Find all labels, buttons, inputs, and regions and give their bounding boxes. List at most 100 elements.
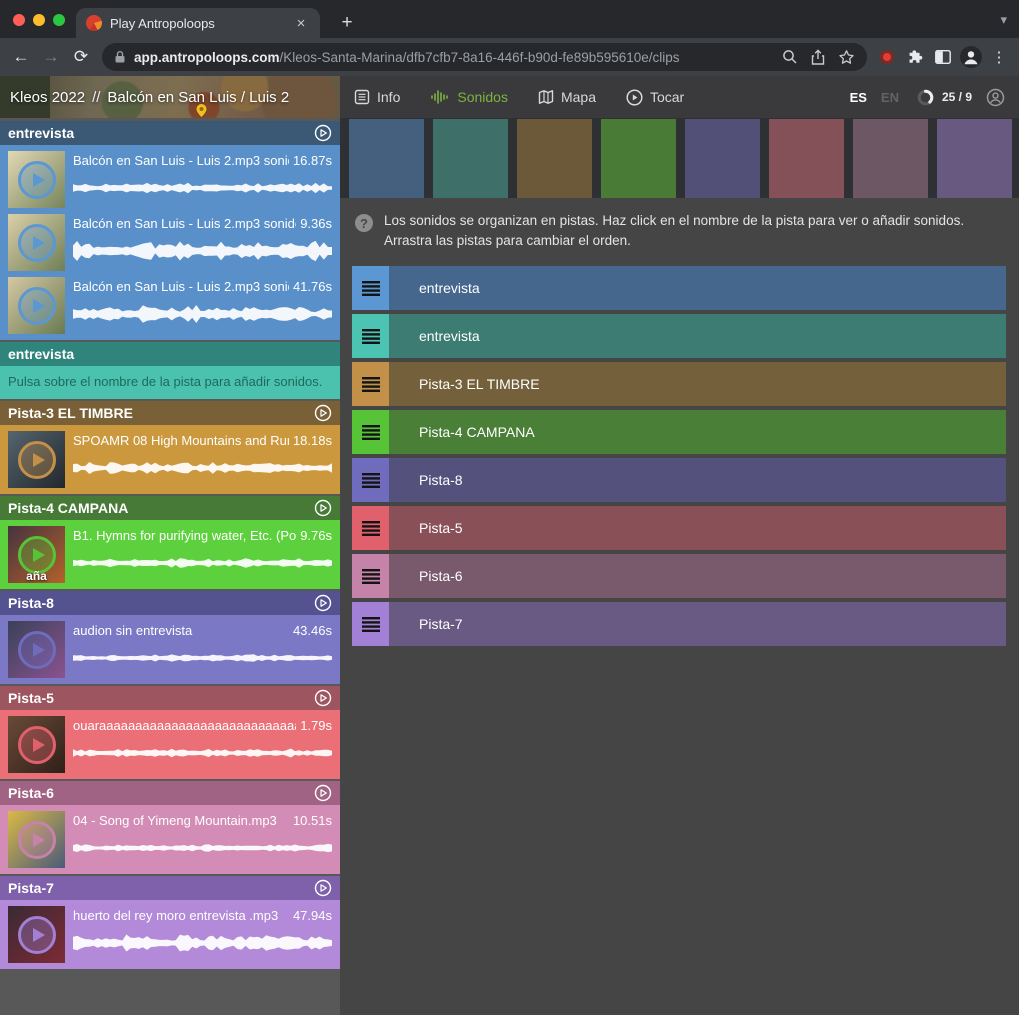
drag-handle[interactable]	[352, 458, 389, 502]
clip-thumbnail	[8, 214, 65, 271]
record-extension-icon[interactable]	[873, 43, 901, 71]
new-tab-button[interactable]: +	[334, 10, 360, 36]
url-bar[interactable]: app.antropoloops.com/Kleos-Santa-Marina/…	[102, 43, 867, 71]
lang-es-button[interactable]: ES	[850, 90, 867, 105]
clip-list: 04 - Song of Yimeng Mountain.mp310.51s	[0, 805, 340, 874]
track-header[interactable]: Pista-8	[0, 591, 340, 615]
drag-handle-icon	[362, 569, 380, 584]
clip-play-overlay[interactable]	[8, 906, 65, 963]
track-header[interactable]: Pista-3 EL TIMBRE	[0, 401, 340, 425]
clip-thumbnail	[8, 277, 65, 334]
audio-clip[interactable]: SPOAMR 08 High Mountains and Running ...…	[8, 428, 332, 491]
track-color-swatch	[601, 119, 676, 198]
audio-clip[interactable]: huerto del rey moro entrevista .mp347.94…	[8, 903, 332, 966]
clip-play-overlay[interactable]	[8, 151, 65, 208]
track-row-label: Pista-7	[419, 616, 463, 632]
tab-search-chevron-icon[interactable]: ▾	[1000, 12, 1007, 28]
audio-clip[interactable]: Balcón en San Luis - Luis 2.mp3 sonido h…	[8, 274, 332, 337]
window-minimize-button[interactable]	[33, 14, 45, 26]
back-button[interactable]: ←	[6, 42, 36, 72]
clip-play-overlay[interactable]	[8, 214, 65, 271]
track-name: Pista-8	[8, 595, 314, 611]
tab-close-icon[interactable]: ×	[292, 14, 310, 32]
clip-thumbnail	[8, 621, 65, 678]
track-play-button[interactable]	[314, 124, 332, 142]
track-play-button[interactable]	[314, 499, 332, 517]
play-triangle-icon	[33, 453, 45, 467]
track-row[interactable]: Pista-3 EL TIMBRE	[352, 362, 1006, 406]
clip-list: huerto del rey moro entrevista .mp347.94…	[0, 900, 340, 969]
lang-en-button[interactable]: EN	[881, 90, 899, 105]
clip-duration: 10.51s	[293, 812, 332, 829]
track-row-body: Pista-5	[389, 506, 1006, 550]
audio-clip[interactable]: ouaraaaaaaaaaaaaaaaaaaaaaaaaaaaaaaaaaaaa…	[8, 713, 332, 776]
track-row-body: Pista-3 EL TIMBRE	[389, 362, 1006, 406]
track-row[interactable]: Pista-7	[352, 602, 1006, 646]
track-row-body: entrevista	[389, 314, 1006, 358]
track-color-swatch	[769, 119, 844, 198]
track-header[interactable]: Pista-5	[0, 686, 340, 710]
drag-handle[interactable]	[352, 554, 389, 598]
clip-play-overlay[interactable]	[8, 716, 65, 773]
track-row[interactable]: Pista-4 CAMPANA	[352, 410, 1006, 454]
track-play-button[interactable]	[314, 689, 332, 707]
audio-clip[interactable]: añaB1. Hymns for purifying water, Etc. (…	[8, 523, 332, 586]
drag-handle[interactable]	[352, 410, 389, 454]
track-list: entrevistaentrevistaPista-3 EL TIMBREPis…	[340, 259, 1019, 646]
track-header[interactable]: Pista-7	[0, 876, 340, 900]
track-header[interactable]: Pista-6	[0, 781, 340, 805]
nav-mapa[interactable]: Mapa	[538, 89, 596, 105]
forward-button[interactable]: →	[36, 42, 66, 72]
clip-waveform	[73, 741, 332, 765]
zoom-icon[interactable]	[782, 49, 798, 65]
track-header[interactable]: entrevista	[0, 121, 340, 145]
track-row-body: Pista-6	[389, 554, 1006, 598]
window-close-button[interactable]	[13, 14, 25, 26]
track-header[interactable]: entrevista	[0, 342, 340, 366]
share-icon[interactable]	[810, 49, 826, 66]
browser-menu-icon[interactable]: ⋮	[985, 43, 1013, 71]
browser-tab[interactable]: Play Antropoloops ×	[76, 8, 320, 38]
bookmark-star-icon[interactable]	[838, 49, 855, 66]
clip-play-overlay[interactable]	[8, 621, 65, 678]
drag-handle[interactable]	[352, 362, 389, 406]
audio-clip[interactable]: 04 - Song of Yimeng Mountain.mp310.51s	[8, 808, 332, 871]
window-zoom-button[interactable]	[53, 14, 65, 26]
track-row[interactable]: Pista-5	[352, 506, 1006, 550]
profile-avatar-icon[interactable]	[957, 43, 985, 71]
drag-handle-icon	[362, 617, 380, 632]
nav-info[interactable]: Info	[354, 89, 400, 105]
track-play-button[interactable]	[314, 404, 332, 422]
clip-list: Balcón en San Luis - Luis 2.mp3 sonido h…	[0, 145, 340, 340]
audio-clip[interactable]: Balcón en San Luis - Luis 2.mp3 sonido h…	[8, 148, 332, 211]
clip-title: audion sin entrevista	[73, 622, 289, 639]
clip-play-overlay[interactable]	[8, 811, 65, 868]
audio-clip[interactable]: audion sin entrevista43.46s	[8, 618, 332, 681]
track-name: Pista-3 EL TIMBRE	[8, 405, 314, 421]
drag-handle[interactable]	[352, 266, 389, 310]
clip-play-overlay[interactable]	[8, 431, 65, 488]
drag-handle[interactable]	[352, 314, 389, 358]
extensions-puzzle-icon[interactable]	[901, 43, 929, 71]
clip-thumbnail	[8, 811, 65, 868]
clip-play-overlay[interactable]	[8, 277, 65, 334]
drag-handle[interactable]	[352, 602, 389, 646]
nav-tocar[interactable]: Tocar	[626, 89, 684, 106]
track-row[interactable]: Pista-8	[352, 458, 1006, 502]
track-row[interactable]: entrevista	[352, 314, 1006, 358]
track-header[interactable]: Pista-4 CAMPANA	[0, 496, 340, 520]
nav-sonidos[interactable]: Sonidos	[430, 89, 508, 105]
track-play-button[interactable]	[314, 594, 332, 612]
track-play-button[interactable]	[314, 879, 332, 897]
tracks-panel: ? Los sonidos se organizan en pistas. Ha…	[340, 118, 1019, 1015]
drag-handle[interactable]	[352, 506, 389, 550]
track-row[interactable]: entrevista	[352, 266, 1006, 310]
clip-duration: 41.76s	[293, 278, 332, 295]
reload-button[interactable]: ⟳	[66, 42, 96, 72]
account-icon[interactable]	[986, 88, 1005, 107]
track-row[interactable]: Pista-6	[352, 554, 1006, 598]
audio-clip[interactable]: Balcón en San Luis - Luis 2.mp3 sonido h…	[8, 211, 332, 274]
track-play-button[interactable]	[314, 784, 332, 802]
track-color-swatch	[517, 119, 592, 198]
side-panel-icon[interactable]	[929, 43, 957, 71]
